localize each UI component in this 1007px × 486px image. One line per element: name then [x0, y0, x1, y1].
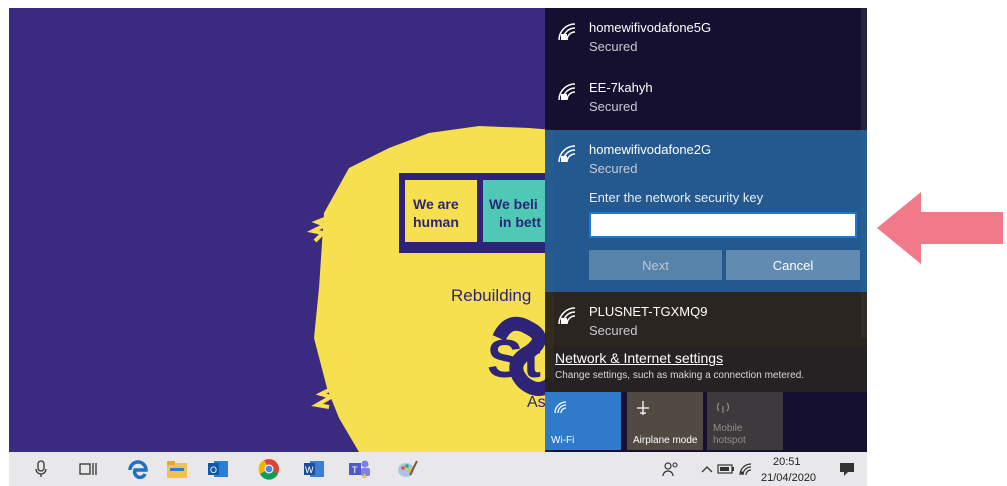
network-settings-description: Change settings, such as making a connec…: [555, 370, 805, 381]
notification-icon[interactable]: [835, 457, 859, 481]
pointer-arrow-icon: [877, 192, 1003, 264]
wallpaper-headline: Rebuilding: [451, 286, 532, 305]
wifi-toggle-label: Wi-Fi: [551, 435, 575, 446]
security-key-prompt: Enter the network security key: [589, 190, 764, 205]
airplane-mode-label: Airplane mode: [633, 435, 698, 446]
network-status: Secured: [589, 39, 638, 54]
edge-icon[interactable]: [126, 457, 150, 481]
outlook-icon[interactable]: O: [206, 457, 230, 481]
network-internet-settings-link[interactable]: Network & Internet settings: [555, 350, 723, 366]
word-icon[interactable]: W: [302, 457, 326, 481]
network-ssid: PLUSNET-TGXMQ9: [589, 304, 708, 319]
wifi-icon[interactable]: [734, 457, 758, 481]
teams-icon[interactable]: T: [348, 457, 372, 481]
wallpaper-box1-line1: We are: [413, 196, 459, 212]
hotspot-icon: [716, 402, 730, 413]
wifi-secured-icon: [558, 83, 576, 101]
network-status: Secured: [589, 99, 638, 114]
people-icon[interactable]: [659, 457, 683, 481]
microphone-icon[interactable]: [29, 457, 53, 481]
paint-icon[interactable]: [395, 457, 419, 481]
wallpaper-logo-fragment: St: [487, 329, 541, 389]
airplane-icon: [637, 401, 649, 415]
svg-text:T: T: [352, 465, 358, 475]
network-flyout: homewifivodafone5G Secured EE-7kahyh Sec…: [545, 8, 867, 452]
network-status: Secured: [589, 161, 638, 176]
network-item-plusnet-tgxmq9[interactable]: PLUSNET-TGXMQ9 Secured: [545, 292, 867, 346]
svg-text:W: W: [305, 465, 314, 475]
clock-date[interactable]: 21/04/2020: [761, 472, 816, 484]
mobile-hotspot-label-line1: Mobile: [713, 423, 743, 434]
task-view-icon[interactable]: [76, 457, 100, 481]
taskbar: O W T 20:51 21/04/2020: [9, 452, 867, 486]
clock-time[interactable]: 20:51: [773, 456, 801, 468]
wifi-icon: [554, 401, 567, 414]
mobile-hotspot-label-line2: hotspot: [713, 435, 746, 446]
wallpaper-small-fragment: As: [527, 394, 546, 411]
wifi-secured-icon: [558, 23, 576, 41]
network-item-ee-7kahyh[interactable]: EE-7kahyh Secured: [545, 68, 867, 130]
file-explorer-icon[interactable]: [165, 457, 189, 481]
wallpaper-box2-line2: in bett: [499, 214, 541, 230]
network-ssid: homewifivodafone5G: [589, 20, 712, 35]
security-key-input[interactable]: [589, 212, 857, 238]
network-item-homewifivodafone5g[interactable]: homewifivodafone5G Secured: [545, 8, 867, 68]
wifi-secured-icon: [558, 145, 576, 163]
airplane-mode-toggle[interactable]: Airplane mode: [627, 392, 703, 450]
network-settings-area: Network & Internet settings Change setti…: [545, 346, 867, 392]
next-button[interactable]: Next: [589, 250, 722, 280]
mobile-hotspot-toggle[interactable]: Mobile hotspot: [707, 392, 783, 450]
network-status: Secured: [589, 323, 638, 338]
cancel-button[interactable]: Cancel: [726, 250, 860, 280]
network-item-homewifivodafone2g[interactable]: homewifivodafone2G Secured Enter the net…: [545, 130, 867, 292]
wallpaper-box2-line1: We beli: [489, 196, 538, 212]
network-ssid: EE-7kahyh: [589, 80, 653, 95]
network-ssid: homewifivodafone2G: [589, 142, 712, 157]
wifi-toggle[interactable]: Wi-Fi: [545, 392, 621, 450]
chrome-icon[interactable]: [257, 457, 281, 481]
wifi-secured-icon: [558, 307, 576, 325]
wallpaper-box1-line2: human: [413, 214, 459, 230]
svg-text:O: O: [210, 465, 217, 475]
